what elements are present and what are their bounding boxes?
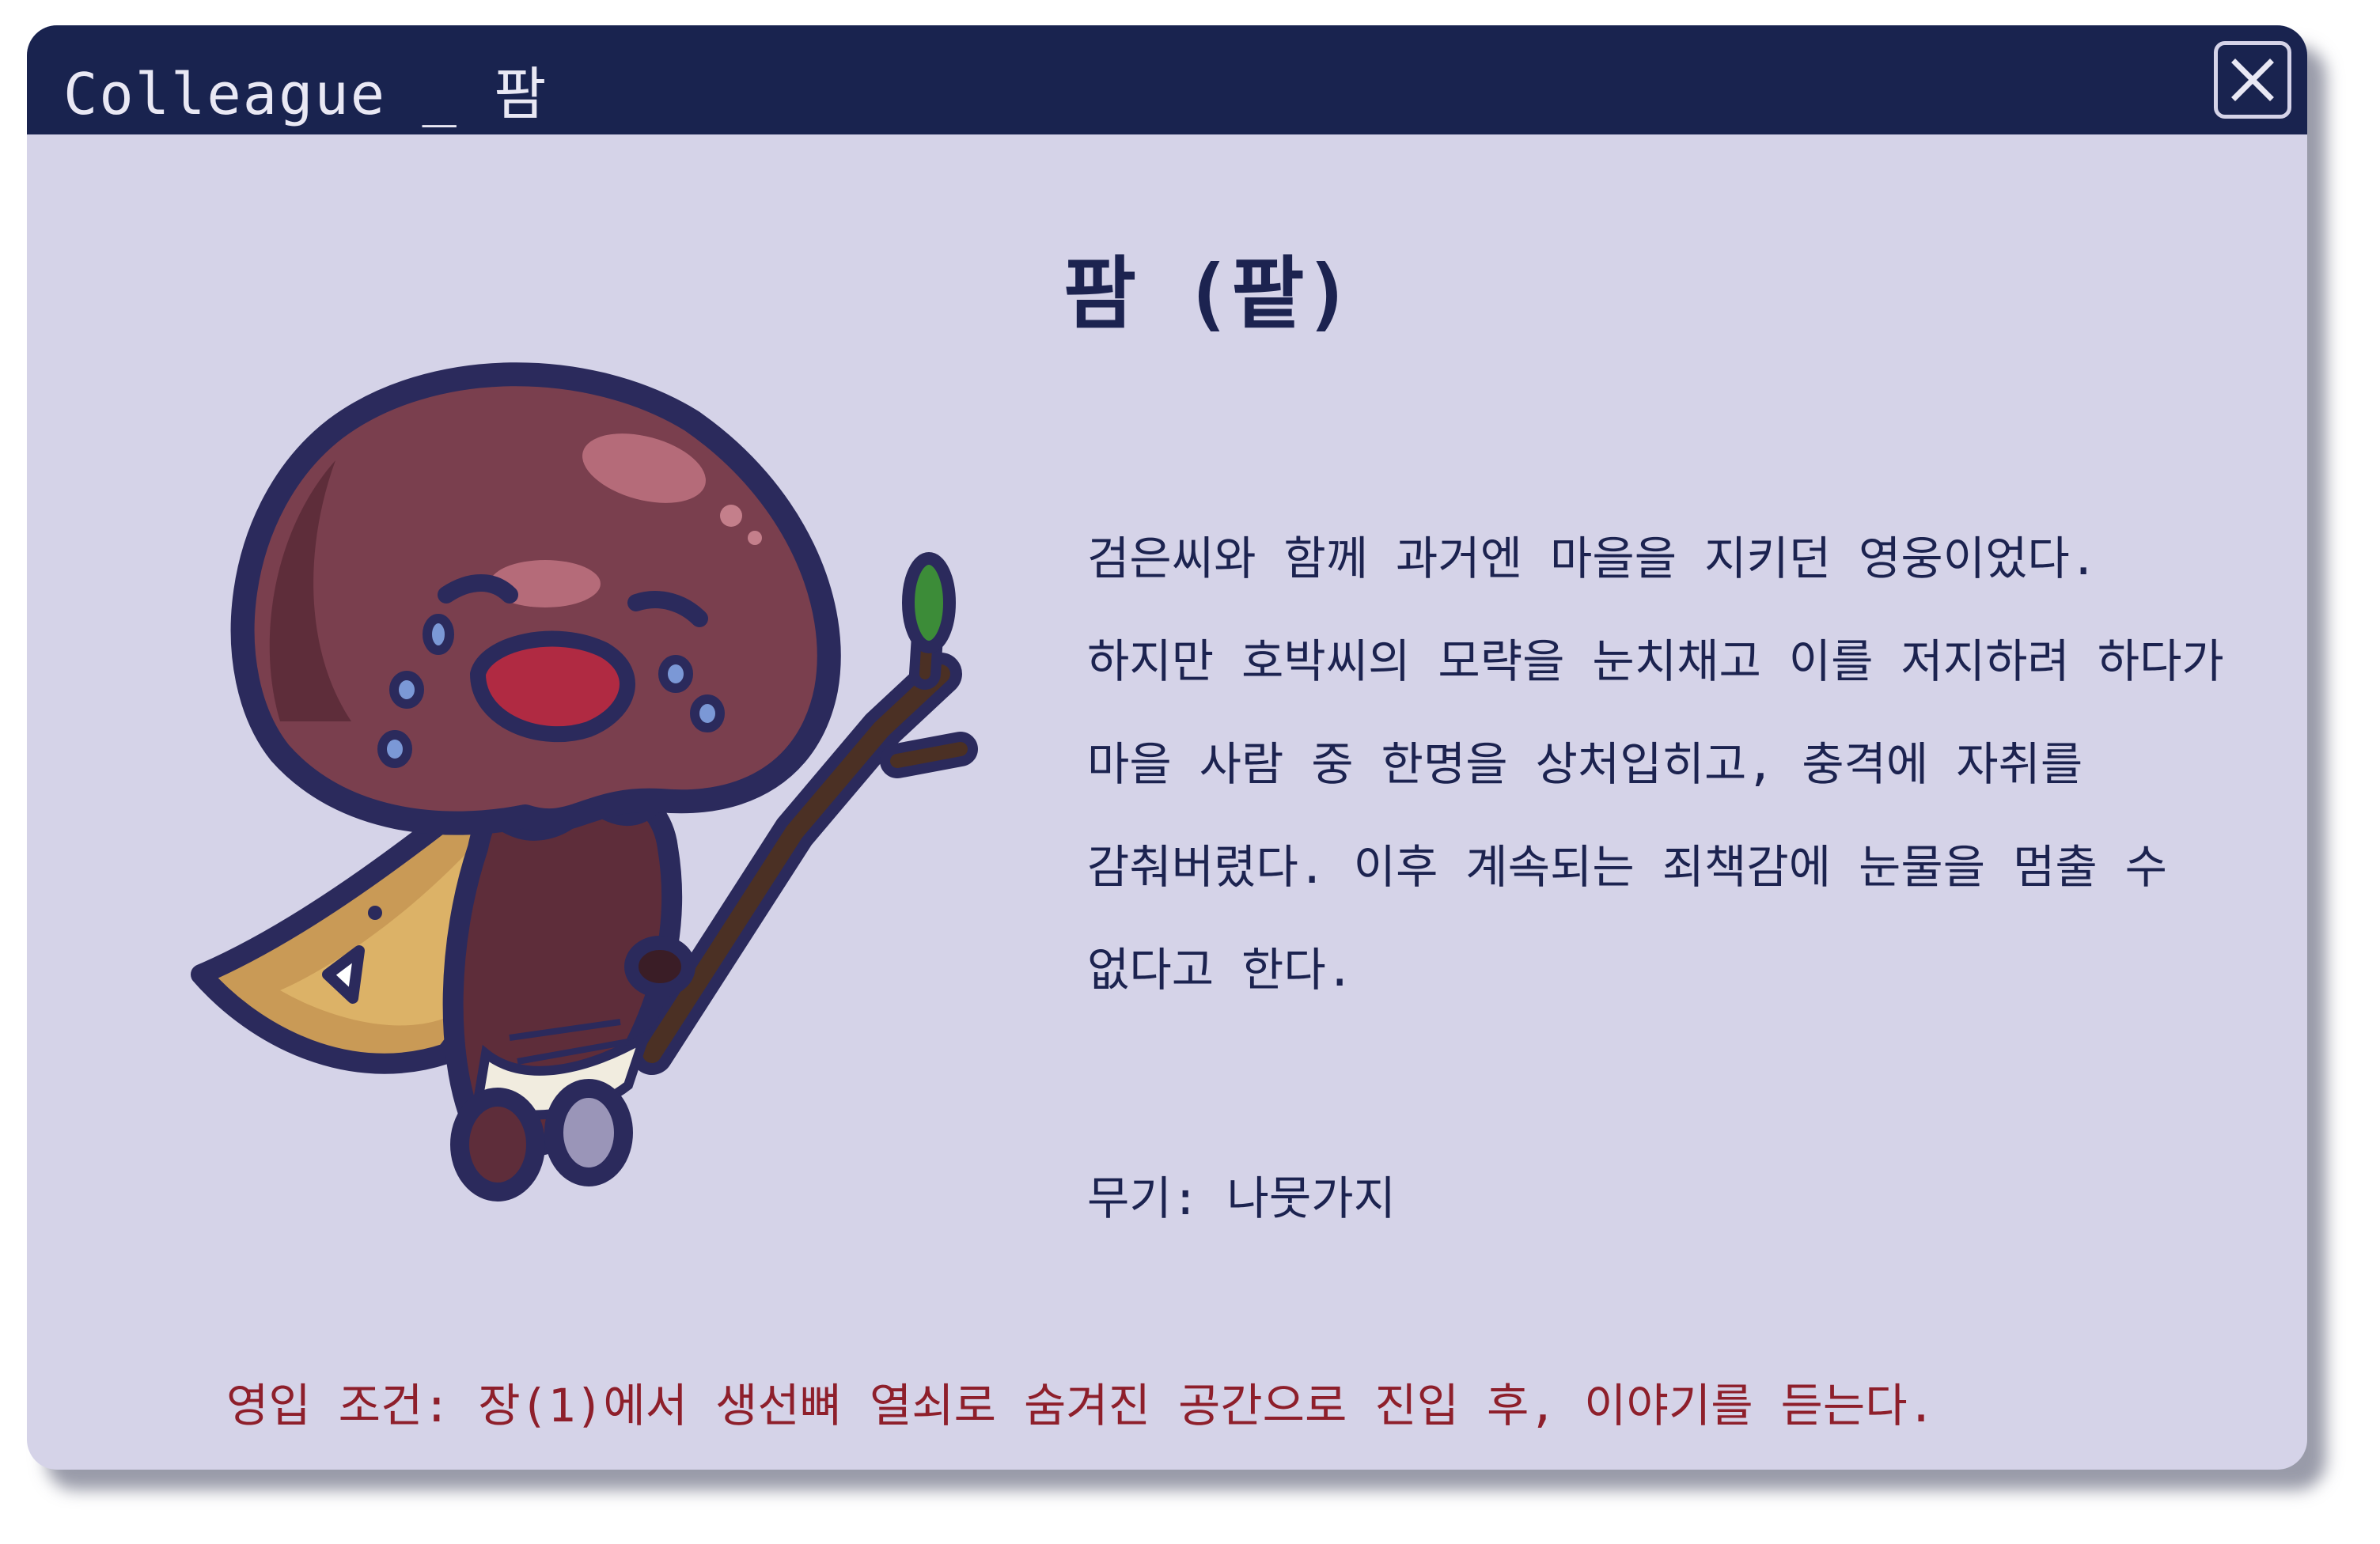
window-title: Colleague _ 팜 — [63, 61, 548, 127]
description-line: 하지만 호박씨의 모략을 눈치채고 이를 저지하려 하다가 — [1087, 634, 2224, 688]
character-portrait — [146, 342, 1000, 1216]
character-description: 검은씨와 함께 과거엔 마을을 지키던 영웅이었다. 하지만 호박씨의 모략을 … — [1087, 525, 2250, 1039]
description-line: 감춰버렸다. 이후 계속되는 죄책감에 눈물을 멈출 수 — [1087, 840, 2167, 894]
recruit-condition: 영입 조건: 장(1)에서 생선뼈 열쇠로 숨겨진 공간으로 진입 후, 이야기… — [226, 1379, 1935, 1432]
description-line: 마을 사람 중 한명을 상처입히고, 충격에 자취를 — [1087, 737, 2083, 791]
description-line: 검은씨와 함께 과거엔 마을을 지키던 영웅이었다. — [1087, 532, 2098, 585]
weapon-info: 무기: 나뭇가지 — [1087, 1171, 1396, 1225]
red-bean-character-image — [191, 362, 978, 1202]
description-line: 없다고 한다. — [1087, 943, 1354, 997]
close-icon — [2231, 59, 2274, 101]
colleague-window: Colleague _ 팜 팜 (팥) 검은씨와 함께 과거엔 마을을 지키던 … — [27, 25, 2307, 1470]
character-name: 팜 (팥) — [1063, 248, 1352, 340]
close-button[interactable] — [2214, 41, 2291, 119]
title-bar: Colleague _ 팜 — [27, 25, 2307, 134]
